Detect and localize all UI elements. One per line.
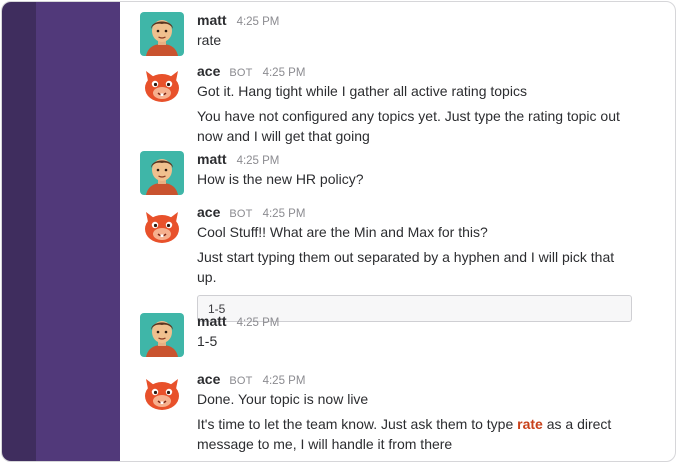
message-author[interactable]: matt bbox=[197, 313, 227, 329]
message-timestamp[interactable]: 4:25 PM bbox=[237, 155, 280, 167]
message-timestamp[interactable]: 4:25 PM bbox=[237, 317, 280, 329]
bot-badge: BOT bbox=[229, 375, 253, 387]
user-avatar-icon[interactable] bbox=[140, 313, 184, 357]
message-timestamp[interactable]: 4:25 PM bbox=[263, 208, 306, 220]
message-text: Got it. Hang tight while I gather all ac… bbox=[197, 83, 527, 99]
message-text: It's time to let the team know. Just ask… bbox=[197, 414, 635, 454]
user-avatar-icon[interactable] bbox=[140, 12, 184, 56]
message-item: ace BOT 4:25 PM Cool Stuff!! What are th… bbox=[140, 204, 635, 322]
message-text: Cool Stuff!! What are the Min and Max fo… bbox=[197, 224, 488, 240]
message-item: matt 4:25 PM 1-5 bbox=[140, 313, 635, 357]
bot-avatar-icon[interactable] bbox=[140, 204, 184, 248]
message-text: 1-5 bbox=[197, 333, 218, 349]
bot-badge: BOT bbox=[229, 67, 253, 79]
team-switcher-strip bbox=[2, 2, 36, 461]
bot-avatar-icon[interactable] bbox=[140, 371, 184, 415]
message-timestamp[interactable]: 4:25 PM bbox=[263, 67, 306, 79]
bot-avatar-icon[interactable] bbox=[140, 63, 184, 107]
message-text: How is the new HR policy? bbox=[197, 171, 364, 187]
message-item: ace BOT 4:25 PM Done. Your topic is now … bbox=[140, 371, 635, 454]
user-avatar-icon[interactable] bbox=[140, 151, 184, 195]
message-timestamp[interactable]: 4:25 PM bbox=[237, 16, 280, 28]
message-item: matt 4:25 PM rate bbox=[140, 12, 635, 56]
message-text: rate bbox=[197, 32, 222, 48]
channel-sidebar bbox=[36, 2, 120, 461]
message-text: Just start typing them out separated by … bbox=[197, 249, 615, 285]
message-item: matt 4:25 PM How is the new HR policy? bbox=[140, 151, 635, 195]
message-author[interactable]: ace bbox=[197, 204, 220, 220]
keyword-highlight: rate bbox=[517, 416, 543, 432]
app-window: matt 4:25 PM rate ace BOT 4:25 PM Got it… bbox=[1, 1, 676, 462]
message-timestamp[interactable]: 4:25 PM bbox=[263, 375, 306, 387]
message-item: ace BOT 4:25 PM Got it. Hang tight while… bbox=[140, 63, 635, 146]
message-author[interactable]: ace bbox=[197, 63, 220, 79]
message-author[interactable]: matt bbox=[197, 12, 227, 28]
message-list: matt 4:25 PM rate ace BOT 4:25 PM Got it… bbox=[120, 2, 675, 461]
message-text-part: It's time to let the team know. Just ask… bbox=[197, 416, 518, 432]
message-author[interactable]: ace bbox=[197, 371, 220, 387]
message-text: Done. Your topic is now live bbox=[197, 391, 369, 407]
bot-badge: BOT bbox=[229, 208, 253, 220]
message-text: You have not configured any topics yet. … bbox=[197, 108, 620, 144]
message-author[interactable]: matt bbox=[197, 151, 227, 167]
